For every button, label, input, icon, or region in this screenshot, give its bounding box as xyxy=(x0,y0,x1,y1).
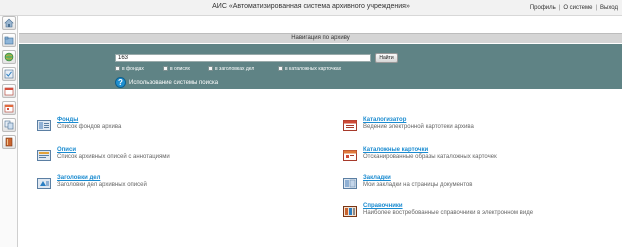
document-check-icon xyxy=(4,69,14,79)
nav-cataloger[interactable]: Каталогизатор Ведение электронной картот… xyxy=(343,117,603,135)
scope-catalog-cards[interactable]: в каталожных карточках xyxy=(278,66,341,73)
search-button[interactable]: Найти xyxy=(375,53,398,63)
scope-funds-label: в фондах xyxy=(122,66,144,72)
nav-catalog-cards-desc: Отсканированные образы каталожных карточ… xyxy=(363,154,497,160)
logout-link[interactable]: Выход xyxy=(600,5,618,11)
book-button[interactable] xyxy=(2,135,16,149)
scope-catalog-cards-checkbox[interactable] xyxy=(278,66,283,71)
scope-file-titles[interactable]: в заголовках дел xyxy=(208,66,254,73)
nav-inventories-desc: Список архивных описей с аннотациями xyxy=(57,154,170,160)
profile-link[interactable]: Профиль xyxy=(530,5,556,11)
top-links: Профиль | О системе | Выход xyxy=(530,5,618,11)
nav-file-titles-title[interactable]: Заголовки дел xyxy=(57,175,100,181)
scope-inventories[interactable]: в описях xyxy=(163,66,190,73)
scope-file-titles-checkbox[interactable] xyxy=(208,66,213,71)
calendar-alt-icon xyxy=(4,104,14,113)
folders-icon xyxy=(4,36,14,45)
nav-funds-title[interactable]: Фонды xyxy=(57,117,78,123)
top-bar: АИС «Автоматизированная система архивног… xyxy=(0,0,622,16)
scope-file-titles-label: в заголовках дел xyxy=(215,66,255,72)
home-icon xyxy=(4,18,14,28)
calendar-alt-button[interactable] xyxy=(2,101,16,115)
nav-bookmarks-desc: Мои закладки на страницы документов xyxy=(363,182,473,188)
about-link[interactable]: О системе xyxy=(563,5,592,11)
nav-cataloger-title[interactable]: Каталогизатор xyxy=(363,117,406,123)
copy-icon xyxy=(4,120,14,130)
scope-funds[interactable]: в фондах xyxy=(115,66,144,73)
scope-funds-checkbox[interactable] xyxy=(115,66,120,71)
search-input[interactable] xyxy=(115,54,371,62)
nav-bookmarks[interactable]: Закладки Мои закладки на страницы докуме… xyxy=(343,175,603,193)
nav-funds[interactable]: Фонды Список фондов архива xyxy=(37,117,297,135)
left-toolbar xyxy=(0,16,18,247)
cataloger-icon xyxy=(343,120,357,131)
search-panel: Найти в фондах в описях в заголовках дел… xyxy=(19,44,622,89)
book-icon xyxy=(5,137,13,147)
nav-cataloger-desc: Ведение электронной картотеки архива xyxy=(363,124,474,130)
calendar-button[interactable] xyxy=(2,84,16,98)
app-title: АИС «Автоматизированная система архивног… xyxy=(212,3,410,10)
nav-inventories-title[interactable]: Описи xyxy=(57,147,76,153)
nav-reference-books-title[interactable]: Справочники xyxy=(363,203,403,209)
bookmarks-icon xyxy=(343,178,357,189)
link-separator: | xyxy=(558,5,561,11)
funds-icon xyxy=(37,120,51,131)
nav-reference-books[interactable]: Справочники Наиболее востребованные спра… xyxy=(343,203,603,221)
reference-books-icon xyxy=(343,206,357,217)
link-separator: | xyxy=(595,5,598,11)
folders-button[interactable] xyxy=(2,33,16,47)
nav-catalog-cards[interactable]: Каталожные карточки Отсканированные обра… xyxy=(343,147,603,165)
catalog-cards-icon xyxy=(343,150,357,161)
globe-icon xyxy=(4,52,14,62)
nav-header: Навигация по архиву xyxy=(19,33,622,43)
nav-bookmarks-title[interactable]: Закладки xyxy=(363,175,391,181)
nav-file-titles[interactable]: Заголовки дел Заголовки дел архивных опи… xyxy=(37,175,297,193)
inventories-icon xyxy=(37,150,51,161)
copy-button[interactable] xyxy=(2,118,16,132)
file-titles-icon xyxy=(37,178,51,189)
scope-inventories-checkbox[interactable] xyxy=(163,66,168,71)
nav-catalog-cards-title[interactable]: Каталожные карточки xyxy=(363,147,428,153)
calendar-icon xyxy=(4,87,14,96)
nav-reference-books-desc: Наиболее востребованные справочники в эл… xyxy=(363,210,534,216)
nav-funds-desc: Список фондов архива xyxy=(57,124,122,130)
document-check-button[interactable] xyxy=(2,67,16,81)
nav-inventories[interactable]: Описи Список архивных описей с аннотация… xyxy=(37,147,297,165)
nav-file-titles-desc: Заголовки дел архивных описей xyxy=(57,182,147,188)
search-help-link[interactable]: Использование системы поиска xyxy=(129,80,218,86)
home-button[interactable] xyxy=(2,16,16,30)
help-icon[interactable]: ? xyxy=(115,77,126,88)
scope-catalog-cards-label: в каталожных карточках xyxy=(285,66,342,72)
scope-inventories-label: в описях xyxy=(170,66,191,72)
globe-button[interactable] xyxy=(2,50,16,64)
